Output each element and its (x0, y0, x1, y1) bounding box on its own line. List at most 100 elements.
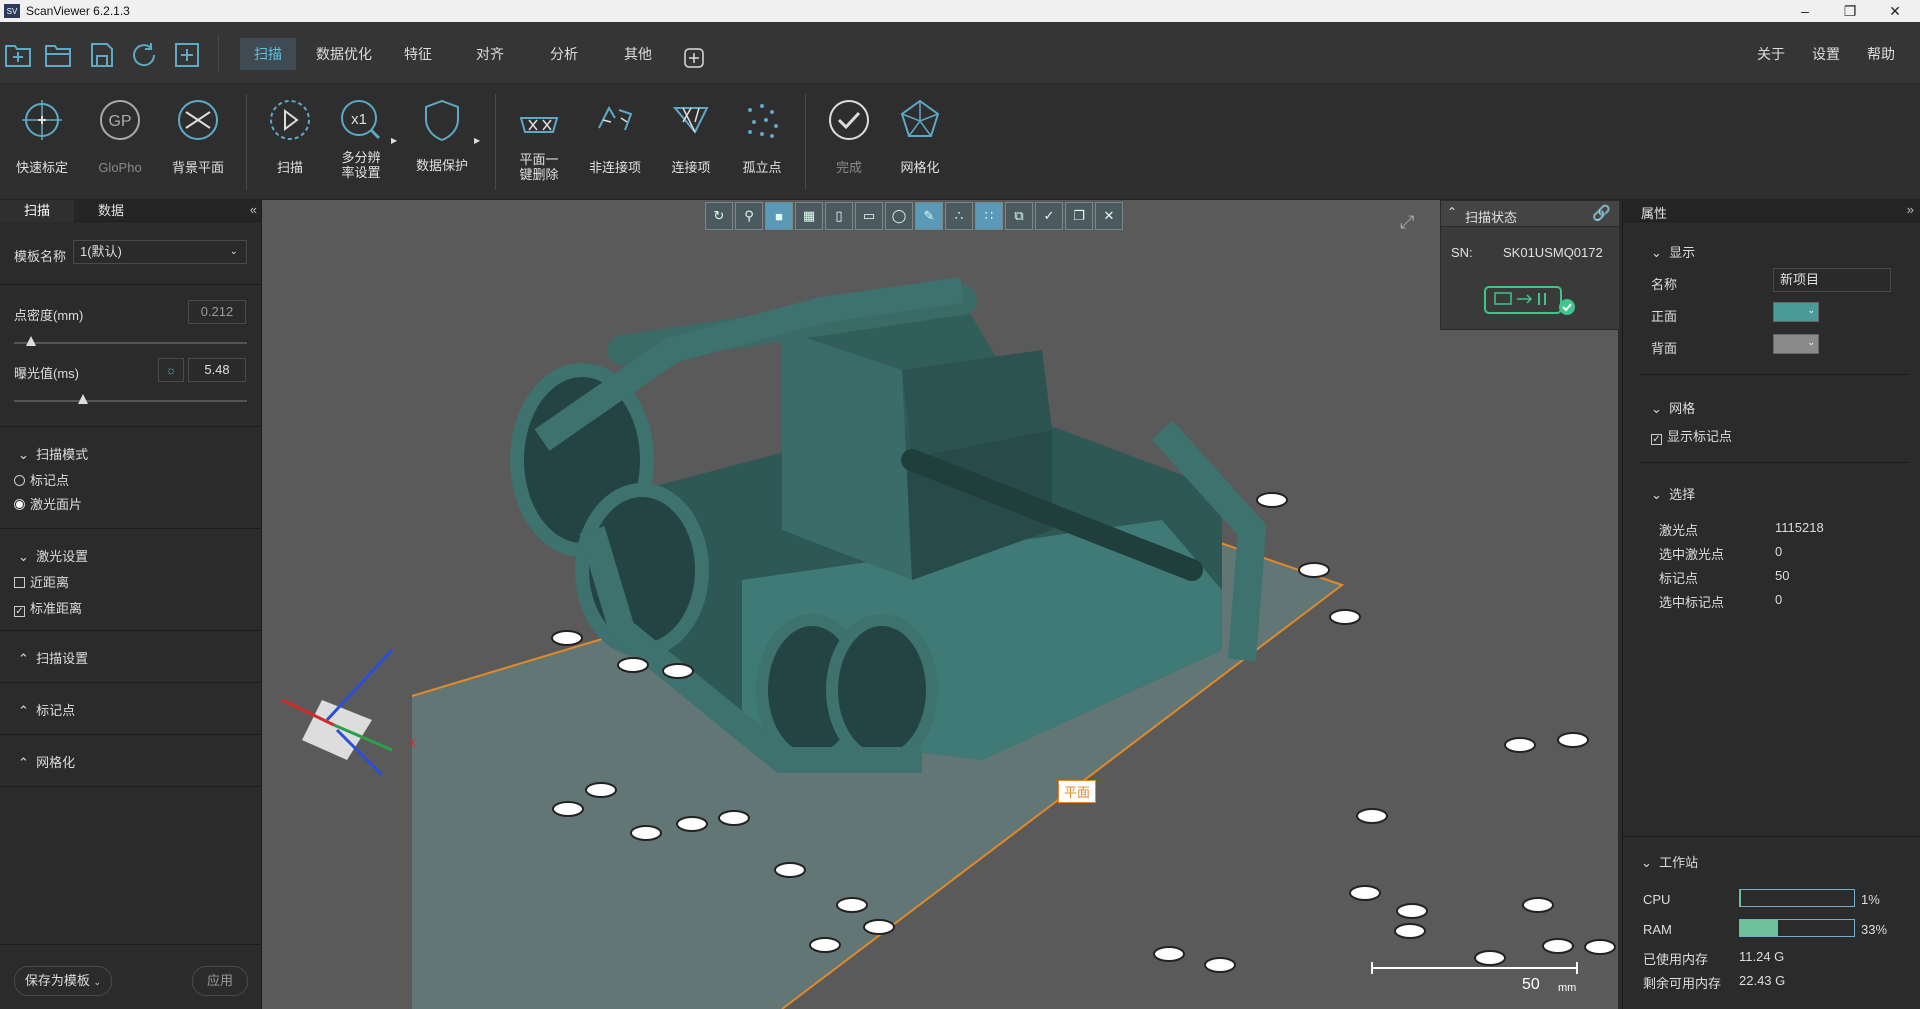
save-icon[interactable] (87, 40, 117, 70)
refresh-icon[interactable] (129, 40, 159, 70)
lasso-icon[interactable]: ◯ (885, 202, 913, 230)
rotate-icon[interactable]: ↻ (705, 202, 733, 230)
tab-scan[interactable]: 扫描 (240, 38, 296, 70)
confirm-icon[interactable]: ✓ (1035, 202, 1063, 230)
fullscreen-icon[interactable]: ⤢ (1400, 212, 1414, 233)
ram-value: 33% (1861, 922, 1888, 937)
density-slider-handle[interactable] (26, 336, 36, 346)
data-protect-button[interactable]: 数据保护 ▶ (406, 84, 480, 200)
tab-data-panel[interactable]: 数据 (74, 200, 148, 222)
shaded-view-icon[interactable]: ■ (765, 202, 793, 230)
device-connected-icon (1484, 286, 1575, 315)
mode-marker-option[interactable]: 标记点 (14, 470, 69, 489)
3d-viewport[interactable]: 平面 X 50 mm ↻ ⚲ ■ ▦ ▯ ▭ ◯ ✎ ∴ ∷ ⧉ ✓ ❐ ✕ ⤢ (262, 200, 1618, 1009)
add-icon[interactable] (172, 40, 202, 70)
dropdown-arrow-icon[interactable]: ▶ (391, 136, 397, 145)
markers-header[interactable]: ⌃ 标记点 (18, 700, 75, 719)
layers-icon[interactable]: ❐ (1065, 202, 1093, 230)
scan-button[interactable]: 扫描 (254, 84, 326, 200)
used-memory-label: 已使用内存 (1643, 952, 1709, 967)
window-title: ScanViewer 6.2.1.3 (26, 4, 130, 18)
check-icon (829, 100, 869, 140)
standard-distance-checkbox[interactable]: ✓ 标准距离 (14, 598, 82, 617)
grid-view-icon[interactable]: ▦ (795, 202, 823, 230)
connected-icon (672, 107, 709, 134)
invert-select-icon[interactable]: ⧉ (1005, 202, 1033, 230)
background-plane-button[interactable]: 背景平面 (162, 84, 234, 200)
multires-icon: x1 (341, 100, 381, 140)
disconnected-items-button[interactable]: 非连接项 (579, 84, 651, 200)
show-markers-checkbox[interactable]: ✓ 显示标记点 (1651, 426, 1732, 445)
menu-help[interactable]: 帮助 (1867, 38, 1895, 70)
display-header[interactable]: ⌄ 显示 (1651, 242, 1695, 261)
dropdown-arrow-icon[interactable]: ▶ (474, 136, 480, 145)
grid-header[interactable]: ⌄ 网格 (1651, 398, 1695, 417)
tab-analysis[interactable]: 分析 (536, 38, 592, 70)
free-memory-value: 22.43 G (1739, 973, 1786, 988)
finish-button[interactable]: 完成 (813, 84, 885, 200)
collapse-left-icon[interactable]: « (250, 202, 257, 217)
template-select[interactable]: 1(默认) ⌄ (73, 240, 247, 264)
near-distance-checkbox[interactable]: 近距离 (14, 572, 69, 591)
chevron-up-icon[interactable]: ⌃ (1447, 205, 1457, 219)
properties-panel: 属性 » ⌄ 显示 名称 新项目 正面 ⌄ 背面 ⌄ ⌄ 网格 ✓ 显示标记点 ⌄… (1622, 200, 1920, 1009)
mode-laser-option[interactable]: 激光面片 (14, 494, 82, 513)
quick-calibrate-button[interactable]: 快速标定 (6, 84, 78, 200)
multires-settings-button[interactable]: x1 多分辨 率设置 ▶ (325, 84, 397, 200)
plane-label: 平面 (1058, 780, 1097, 803)
shield-icon (425, 99, 459, 142)
front-color-picker[interactable]: ⌄ (1773, 302, 1819, 322)
back-color-picker[interactable]: ⌄ (1773, 334, 1819, 354)
laser-settings-header[interactable]: ⌄ 激光设置 (18, 546, 88, 565)
zoom-icon[interactable]: ⚲ (735, 202, 763, 230)
link-icon[interactable]: 🔗 (1592, 204, 1611, 222)
background-plane-icon (178, 100, 218, 140)
new-project-icon[interactable] (3, 40, 33, 70)
exposure-slider[interactable] (14, 400, 247, 402)
tab-align[interactable]: 对齐 (462, 38, 518, 70)
select-points-icon[interactable]: ∴ (945, 202, 973, 230)
tab-other[interactable]: 其他 (610, 38, 666, 70)
tab-scan-panel[interactable]: 扫描 (0, 200, 74, 222)
select-header[interactable]: ⌄ 选择 (1651, 484, 1695, 503)
add-tab-icon[interactable] (684, 48, 704, 68)
glopho-button[interactable]: GP GloPho (84, 84, 156, 200)
scale-value: 50 (1522, 976, 1540, 993)
mesh-button[interactable]: 网格化 (884, 84, 956, 200)
apply-button[interactable]: 应用 (192, 966, 248, 996)
stat-laser-value: 1115218 (1775, 520, 1824, 535)
cpu-label: CPU (1643, 892, 1671, 907)
scan-mode-header[interactable]: ⌄ 扫描模式 (18, 444, 88, 463)
density-slider[interactable] (14, 342, 247, 344)
collapse-right-icon[interactable]: » (1907, 202, 1914, 217)
scale-unit: mm (1558, 982, 1577, 994)
exposure-value[interactable]: 5.48 (188, 358, 246, 382)
save-template-button[interactable]: 保存为模板 ⌄ (14, 966, 112, 996)
meshing-header[interactable]: ⌃ 网格化 (18, 752, 75, 771)
scan-settings-header[interactable]: ⌃ 扫描设置 (18, 648, 88, 667)
rect-select-icon[interactable]: ▭ (855, 202, 883, 230)
svg-text:GP: GP (108, 113, 131, 130)
isolated-points-button[interactable]: 孤立点 (726, 84, 798, 200)
menu-settings[interactable]: 设置 (1812, 38, 1840, 70)
maximize-icon[interactable]: ❐ (1835, 0, 1865, 22)
name-field[interactable]: 新项目 (1773, 268, 1891, 292)
exposure-slider-handle[interactable] (78, 394, 88, 404)
sun-icon[interactable]: ☼ (158, 358, 184, 382)
density-value[interactable]: 0.212 (188, 300, 246, 324)
menu-about[interactable]: 关于 (1757, 38, 1785, 70)
delete-icon[interactable]: ✕ (1095, 202, 1123, 230)
connected-items-button[interactable]: 连接项 (655, 84, 727, 200)
front-label: 正面 (1651, 309, 1678, 324)
plane-select-icon[interactable]: ▯ (825, 202, 853, 230)
minimize-icon[interactable]: – (1790, 0, 1820, 22)
chevron-down-icon: ⌄ (1641, 855, 1652, 870)
workstation-header[interactable]: ⌄ 工作站 (1641, 852, 1698, 871)
brush-icon[interactable]: ✎ (915, 202, 943, 230)
select-all-icon[interactable]: ∷ (975, 202, 1003, 230)
tab-feature[interactable]: 特征 (390, 38, 446, 70)
close-icon[interactable]: ✕ (1880, 0, 1910, 22)
open-folder-icon[interactable] (43, 40, 73, 70)
tab-data-optimize[interactable]: 数据优化 (302, 38, 386, 70)
plane-delete-button[interactable]: 平面一 键删除 (503, 84, 575, 200)
